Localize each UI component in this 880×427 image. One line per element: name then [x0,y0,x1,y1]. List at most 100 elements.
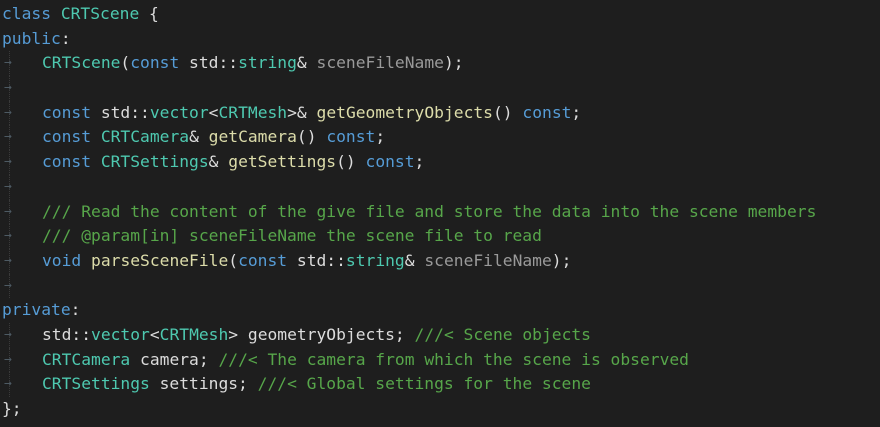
indent-guide: → [2,372,42,397]
type-token: CRTCamera [42,349,131,369]
comment-token: /// Read the content of the give file an… [42,201,817,221]
text-token: ; [571,102,582,122]
parameter-token: sceneFileName [316,53,444,73]
text-token: { [139,4,159,23]
text-token: < [149,324,160,344]
code-line[interactable]: → void parseSceneFile(const std::string& … [2,248,816,274]
indent-guide: → [2,322,42,348]
type-token: CRTScene [60,4,140,23]
text-token: std:: [91,102,150,122]
code-line[interactable]: → CRTScene(const std::string& sceneFileNa… [2,51,816,77]
indent-guide: → [2,150,42,175]
keyword-token: class [2,4,52,23]
text-token: std:: [42,324,92,344]
indent-guide: → [2,347,42,373]
code-line[interactable]: → [2,76,816,101]
text-token: & [296,53,317,73]
text-token: settings; [149,374,258,394]
keyword-token: const [365,152,415,172]
keyword-token: const [42,152,92,172]
indent-guide: → [2,125,42,151]
text-token: : [70,300,81,320]
tab-arrow-icon: → [4,252,12,268]
indent-guide: → [2,76,42,101]
text-token: () [296,127,327,147]
tab-arrow-icon: → [4,203,12,219]
parameter-token: sceneFileName [424,250,552,270]
text-token: & [189,127,209,147]
tab-arrow-icon: → [4,277,12,293]
indent-guide: → [2,174,42,200]
text-token: > geometryObjects; [228,324,415,344]
indent-guide: → [2,51,42,77]
tab-arrow-icon: → [4,178,12,194]
text-token: }; [2,399,22,418]
code-area[interactable]: class CRTScene {public: → CRTScene(const s… [2,2,816,422]
text-token: < [208,102,219,122]
function-token: getCamera [208,127,297,147]
indent-guide: → [2,248,42,274]
code-line[interactable]: → const CRTCamera& getCamera() const; [2,125,816,151]
code-line[interactable]: → [2,174,816,200]
comment-token: ///< Scene objects [414,324,591,344]
code-line[interactable]: → const std::vector<CRTMesh>& getGeometry… [2,100,816,126]
tab-arrow-icon: → [4,326,12,342]
type-token: CRTSettings [100,152,209,172]
code-line[interactable]: → CRTSettings settings; ///< Global setti… [2,372,816,397]
code-line[interactable]: → [2,273,816,299]
type-token: CRTMesh [218,102,288,122]
code-editor[interactable]: class CRTScene {public: → CRTScene(const s… [0,0,880,427]
text-token: std:: [179,53,239,73]
text-token: camera; [130,349,219,369]
function-token: getGeometryObjects [316,102,493,122]
type-token: CRTCamera [100,127,190,147]
code-line[interactable]: private: [2,298,816,323]
text-token: () [492,102,523,122]
code-line[interactable]: → /// Read the content of the give file a… [2,199,817,225]
code-line[interactable]: → std::vector<CRTMesh> geometryObjects; /… [2,322,816,348]
code-line[interactable]: public: [2,27,816,52]
keyword-token: void [42,250,82,270]
type-token: string [345,250,405,270]
tab-arrow-icon: → [4,55,12,71]
tab-arrow-icon: → [4,154,12,170]
indent-guide: → [2,224,42,249]
text-token: ; [375,127,386,147]
keyword-token: const [238,250,288,270]
keyword-token: const [130,53,180,73]
tab-arrow-icon: → [4,228,12,244]
text-token: & [208,152,229,172]
tab-arrow-icon: → [4,351,12,367]
type-token: string [238,53,297,73]
indent-guide: → [2,100,42,126]
code-line[interactable]: → CRTCamera camera; ///< The camera from … [2,347,816,373]
tab-arrow-icon: → [4,129,12,145]
text-token: ( [120,53,131,73]
text-token: & [404,250,425,270]
type-token: vector [91,324,150,344]
type-token: vector [149,102,209,122]
comment-token: ///< Global settings for the scene [257,374,591,394]
tab-arrow-icon: → [4,104,12,120]
keyword-token: private [2,300,71,320]
text-token: ); [551,250,572,270]
text-token: ; [414,152,425,172]
text-token: ( [228,250,239,270]
code-line[interactable]: class CRTScene { [2,2,816,27]
keyword-token: const [326,127,376,147]
function-token: getSettings [228,152,337,172]
comment-token: ///< The camera from which the scene is … [218,349,689,369]
comment-token: /// @param[in] sceneFileName the scene f… [42,226,542,246]
code-line[interactable]: }; [2,397,816,422]
type-token: CRTScene [42,53,121,73]
text-token: () [336,152,366,172]
code-line[interactable]: → const CRTSettings& getSettings() const; [2,150,816,175]
keyword-token: const [42,127,92,147]
code-line[interactable]: → /// @param[in] sceneFileName the scene … [2,224,816,249]
text-token: >& [287,102,317,122]
type-token: CRTSettings [42,374,150,394]
